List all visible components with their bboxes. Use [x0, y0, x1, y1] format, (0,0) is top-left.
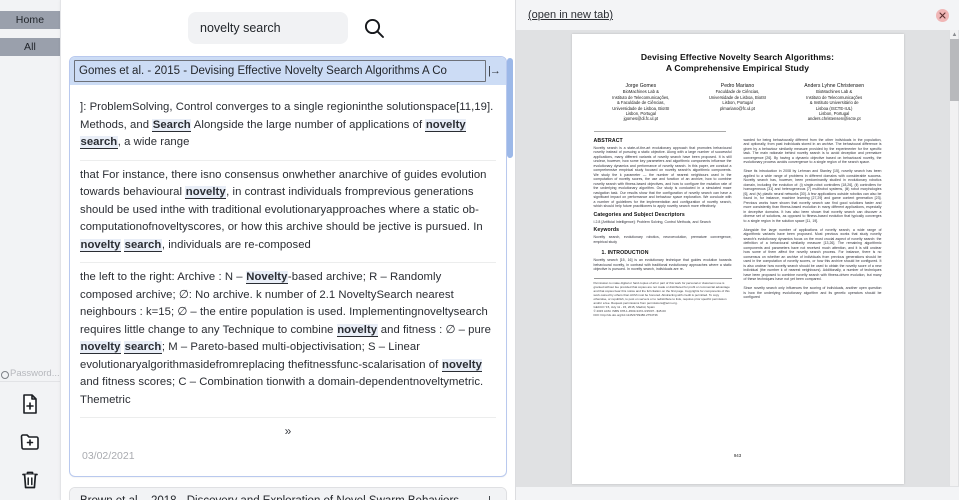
results-list[interactable]: Gomes et al. - 2015 - Devising Effective… [61, 56, 515, 500]
pdf-author-email: jgomes@di.fc.ul.pt [623, 116, 659, 122]
pdf-abstract-body: Novelty search is a state-of-the-art evo… [593, 145, 732, 209]
search-term-highlight: novelty [185, 186, 227, 199]
search-term-highlight: Novelty [245, 271, 288, 284]
pdf-title-line1: Devising Effective Novelty Search Algori… [640, 52, 835, 62]
search-term-highlight: novelty [441, 358, 483, 372]
pdf-introduction-heading: 1. INTRODUCTION [601, 250, 649, 257]
pdf-two-column-body: ABSTRACT Novelty search is a state-of-th… [593, 137, 882, 317]
trash-icon[interactable] [16, 466, 44, 494]
result-snippet: the left to the right: Archive : N – Nov… [80, 263, 496, 418]
pdf-author: Anders Lyhne Christensen BioMachines Lab… [789, 83, 880, 122]
sidebar-button-home[interactable]: Home [0, 11, 60, 29]
pdf-author-email: anders.christensen@iscte.pt [807, 116, 861, 122]
key-icon [1, 370, 9, 379]
pdf-page-number: 943 [733, 453, 742, 458]
expand-snippets-button[interactable]: » [80, 418, 496, 444]
search-term-highlight: search [124, 238, 162, 252]
new-file-icon[interactable] [16, 390, 44, 418]
pdf-abstract-heading: ABSTRACT [593, 137, 623, 144]
pdf-right-column: warded for being behaviourally different… [744, 138, 882, 317]
result-snippet: ]: ProblemSolving, Control converges to … [80, 93, 496, 161]
result-snippet: that For instance, there isno consensus … [80, 161, 496, 263]
pdf-author-affiliation: Faculdade de Ciências, Universidade de L… [708, 89, 767, 106]
results-column: Gomes et al. - 2015 - Devising Effective… [60, 0, 516, 500]
pdf-author-affiliation: BioMachines Lab & Instituto de Telecomun… [612, 89, 670, 117]
pdf-author: Jorge Gomes BioMachines Lab & Instituto … [596, 83, 687, 122]
close-icon[interactable] [936, 8, 949, 22]
search-input[interactable] [188, 12, 348, 44]
open-in-new-tab-link[interactable]: (open in new tab) [528, 9, 613, 21]
pdf-divider [593, 130, 726, 132]
results-scrollbar[interactable] [507, 58, 513, 498]
pdf-keywords-body: Novelty search, evolutionary robotics, n… [593, 235, 732, 244]
left-sidebar: Home All Password... [0, 0, 60, 500]
result-card[interactable]: Gomes et al. - 2015 - Devising Effective… [69, 56, 507, 477]
password-field-row[interactable]: Password... [0, 366, 60, 382]
search-icon [364, 18, 384, 38]
pdf-keywords-heading: Keywords [593, 227, 620, 234]
result-card-body: ]: ProblemSolving, Control converges to … [70, 85, 506, 476]
pdf-author-email: plmariano@fc.ul.pt [720, 105, 755, 111]
scroll-up-arrow-icon[interactable]: ▲ [950, 30, 959, 39]
pdf-author: Pedro Mariano Faculdade de Ciências, Uni… [692, 83, 783, 122]
pdf-preview-panel: (open in new tab) Devising Effective Nov… [516, 0, 959, 500]
pdf-toolbar: (open in new tab) [516, 0, 959, 30]
result-card-header[interactable]: Gomes et al. - 2015 - Devising Effective… [70, 57, 506, 85]
search-term-highlight: search [80, 136, 118, 149]
pdf-introduction-body: Novelty search [15, 16] is an evolutiona… [593, 258, 732, 272]
new-folder-icon[interactable] [16, 428, 44, 456]
search-term-highlight: novelty [80, 341, 121, 354]
password-label: Password... [10, 368, 60, 379]
search-term-highlight: search [124, 341, 162, 354]
app-root: Home All Password... novelty search Gome… [0, 0, 959, 500]
pdf-page: Devising Effective Novelty Search Algori… [571, 34, 904, 484]
sidebar-button-all[interactable]: All [0, 38, 60, 56]
pdf-bottom-strip [516, 486, 959, 500]
open-result-icon[interactable]: |→ [486, 495, 502, 500]
close-x-glyph [939, 11, 946, 19]
result-date: 03/02/2021 [82, 450, 135, 462]
result-card[interactable]: Brown et al. - 2018 - Discovery and Expl… [69, 487, 507, 500]
pdf-title-line2: A Comprehensive Empirical Study [665, 63, 810, 73]
pdf-paper-title: Devising Effective Novelty Search Algori… [594, 52, 882, 74]
result-card-header[interactable]: Brown et al. - 2018 - Discovery and Expl… [70, 488, 506, 500]
pdf-scrollbar[interactable]: ▲ [949, 30, 959, 500]
pdf-left-column: ABSTRACT Novelty search is a state-of-th… [593, 137, 732, 317]
open-result-icon[interactable]: |→ [486, 65, 502, 77]
search-term-highlight: novelty [425, 118, 467, 132]
pdf-scrollbar-thumb[interactable] [950, 39, 959, 101]
pdf-categories-body: I.2.8 [Artificial Intelligence]: Problem… [593, 219, 711, 224]
results-scrollbar-thumb[interactable] [507, 58, 513, 158]
pdf-categories-heading: Categories and Subject Descriptors [593, 211, 685, 218]
search-term-highlight: novelty [80, 238, 121, 252]
pdf-author-block: Jorge Gomes BioMachines Lab & Instituto … [594, 83, 882, 122]
result-title[interactable]: Brown et al. - 2018 - Discovery and Expl… [74, 490, 486, 500]
search-bar [61, 0, 515, 56]
pdf-viewport[interactable]: Devising Effective Novelty Search Algori… [516, 30, 959, 500]
pdf-right-column-body: warded for being behaviourally different… [743, 137, 882, 300]
search-term-highlight: Search [152, 118, 192, 132]
search-button[interactable] [360, 14, 388, 42]
pdf-author-affiliation: BioMachines Lab & Instituto de Telecomun… [806, 89, 863, 117]
result-title-input[interactable]: Gomes et al. - 2015 - Devising Effective… [74, 60, 486, 82]
search-term-highlight: novelty [336, 323, 378, 337]
pdf-copyright-notice: Permission to make digital or hard copie… [593, 277, 732, 317]
